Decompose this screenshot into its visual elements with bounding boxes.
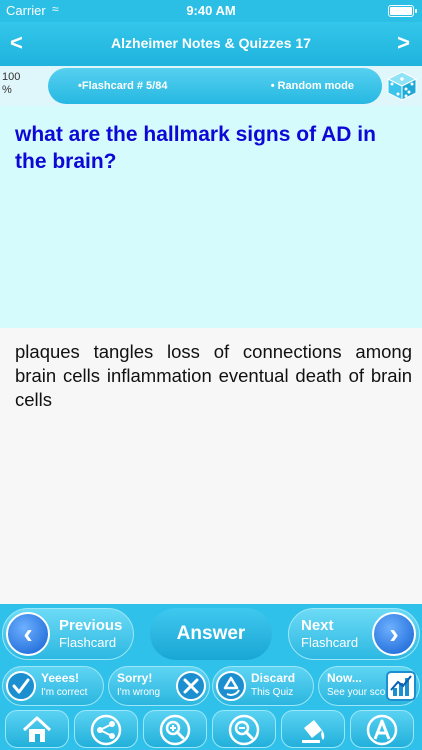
paint-button[interactable] bbox=[281, 710, 345, 748]
discard-label: Discard bbox=[251, 671, 296, 685]
next-label: Next bbox=[301, 617, 334, 634]
share-icon bbox=[90, 714, 122, 746]
recycle-icon bbox=[216, 671, 246, 701]
next-sub-label: Flashcard bbox=[301, 635, 359, 650]
check-icon bbox=[6, 671, 36, 701]
wrong-label: Sorry! bbox=[117, 671, 153, 685]
see-score-button[interactable]: Now... See your score bbox=[318, 666, 420, 706]
battery-icon bbox=[388, 5, 417, 17]
question-card: what are the hallmark signs of AD in the… bbox=[0, 106, 422, 328]
previous-sub-label: Flashcard bbox=[59, 635, 117, 650]
clock: 9:40 AM bbox=[186, 3, 236, 18]
wrong-sub-label: I'm wrong bbox=[117, 687, 161, 698]
actions-row: Yeees! I'm correct Sorry! I'm wrong Disc… bbox=[0, 664, 422, 708]
correct-button[interactable]: Yeees! I'm correct bbox=[2, 666, 104, 706]
discard-quiz-button[interactable]: Discard This Quiz bbox=[212, 666, 314, 706]
chevron-right-icon: › bbox=[372, 612, 416, 656]
status-bar: Carrier ≈ 9:40 AM bbox=[0, 0, 422, 22]
answer-text: plaques tangles loss of connections amon… bbox=[15, 341, 412, 410]
chart-icon bbox=[386, 671, 416, 701]
navigation-row: ‹ Previous Flashcard Answer Next Flashca… bbox=[0, 604, 422, 664]
next-flashcard-button[interactable]: Next Flashcard › bbox=[288, 608, 420, 660]
font-button[interactable] bbox=[350, 710, 414, 748]
info-strip: 100 % •Flashcard # 5/84 • Random mode bbox=[0, 66, 422, 106]
correct-sub-label: I'm correct bbox=[41, 687, 88, 698]
flashcard-info-pill: •Flashcard # 5/84 • Random mode bbox=[48, 68, 382, 104]
nav-bar: < Alzheimer Notes & Quizzes 17 > bbox=[0, 22, 422, 66]
font-icon bbox=[366, 714, 398, 746]
zoom-out-icon bbox=[228, 714, 260, 746]
share-button[interactable] bbox=[74, 710, 138, 748]
answer-card: plaques tangles loss of connections amon… bbox=[0, 328, 422, 604]
bottom-panel: ‹ Previous Flashcard Answer Next Flashca… bbox=[0, 604, 422, 750]
previous-label: Previous bbox=[59, 617, 123, 634]
x-icon bbox=[176, 671, 206, 701]
flashcard-counter: •Flashcard # 5/84 bbox=[78, 80, 168, 92]
dice-icon[interactable] bbox=[386, 70, 418, 102]
zoom-in-icon bbox=[159, 714, 191, 746]
discard-sub-label: This Quiz bbox=[251, 687, 294, 698]
home-button[interactable] bbox=[5, 710, 69, 748]
mode-label: • Random mode bbox=[270, 80, 354, 92]
score-label: Now... bbox=[327, 671, 362, 685]
page-title: Alzheimer Notes & Quizzes 17 bbox=[111, 35, 311, 51]
answer-button[interactable]: Answer bbox=[150, 608, 272, 660]
chevron-left-icon: ‹ bbox=[6, 612, 50, 656]
question-text: what are the hallmark signs of AD in the… bbox=[15, 123, 376, 173]
back-button[interactable]: < bbox=[10, 30, 23, 56]
forward-button[interactable]: > bbox=[397, 30, 410, 56]
previous-flashcard-button[interactable]: ‹ Previous Flashcard bbox=[2, 608, 134, 660]
correct-label: Yeees! bbox=[41, 671, 80, 685]
zoom-out-button[interactable] bbox=[212, 710, 276, 748]
home-icon bbox=[22, 716, 52, 742]
progress-percent: 100 % bbox=[2, 71, 21, 96]
zoom-in-button[interactable] bbox=[143, 710, 207, 748]
toolbar bbox=[0, 708, 422, 750]
paint-icon bbox=[302, 720, 325, 743]
wrong-button[interactable]: Sorry! I'm wrong bbox=[108, 666, 210, 706]
